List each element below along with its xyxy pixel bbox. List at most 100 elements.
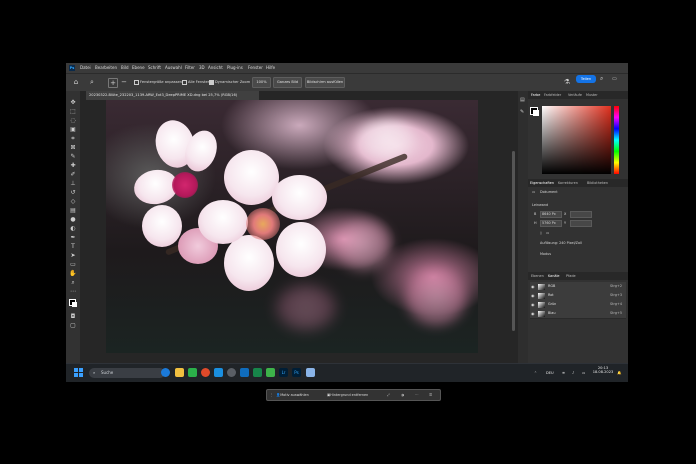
document-tab[interactable]: 20230322-Blüte_232203_1139-ARW_Ext3_Deep… [86, 91, 259, 100]
eye-icon[interactable]: ◉ [531, 291, 535, 300]
notification-bell-icon[interactable]: 🔔 [617, 364, 621, 382]
share-button[interactable]: Teilen [576, 75, 596, 83]
blur-tool-icon[interactable]: ● [69, 216, 77, 223]
gradient-tool-icon[interactable]: ▤ [69, 207, 77, 214]
home-icon[interactable]: ⌂ [72, 78, 80, 86]
word-icon[interactable] [240, 368, 249, 377]
clock[interactable]: 20:13 18.08.2023 [592, 366, 614, 374]
width-field[interactable]: 8640 Px [540, 211, 562, 218]
orientation-landscape-icon[interactable]: ▭ [546, 231, 549, 235]
hand-tool-icon[interactable]: ✋ [69, 270, 77, 277]
tab-muster[interactable]: Muster [586, 91, 598, 99]
zoom-tool-icon[interactable]: ⌕ [88, 78, 96, 86]
weather-icon[interactable] [161, 368, 170, 377]
more-tools-icon[interactable]: ⋯ [69, 288, 77, 295]
menu-bearbeiten[interactable]: Bearbeiten [95, 63, 117, 73]
photoshop-taskbar-icon[interactable]: Ps [292, 368, 301, 377]
windows-start-icon[interactable] [74, 368, 83, 377]
remove-background-button[interactable]: ▣ Hintergrund entfernen [327, 390, 368, 400]
menu-hilfe[interactable]: Hilfe [266, 63, 275, 73]
select-subject-button[interactable]: 👤 Motiv auswählen [276, 390, 309, 400]
eye-icon[interactable]: ◉ [531, 300, 535, 309]
drag-handle-icon[interactable]: ⋮ [270, 390, 273, 400]
menu-filter[interactable]: Filter [185, 63, 195, 73]
app-icon[interactable] [188, 368, 197, 377]
battery-icon[interactable]: ▭ [582, 364, 585, 382]
menu-auswahl[interactable]: Auswahl [165, 63, 182, 73]
zoom-out-icon[interactable]: − [120, 78, 128, 86]
menu-datei[interactable]: Datei [80, 63, 91, 73]
dodge-tool-icon[interactable]: ◐ [69, 225, 77, 232]
menu-ansicht[interactable]: Ansicht [208, 63, 223, 73]
vertical-scrollbar[interactable] [512, 151, 515, 331]
tray-chevron-icon[interactable]: ⌃ [534, 364, 537, 382]
transform-icon[interactable]: ⤢ [387, 390, 390, 400]
menu-3d[interactable]: 3D [199, 63, 205, 73]
mail-icon[interactable] [214, 368, 223, 377]
settings-app-icon[interactable] [227, 368, 236, 377]
tab-eigenschaften[interactable]: Eigenschaften [530, 179, 554, 187]
marquee-tool-icon[interactable]: ⬚ [69, 108, 77, 115]
lasso-tool-icon[interactable]: ◌ [69, 117, 77, 124]
object-select-tool-icon[interactable]: ▣ [69, 126, 77, 133]
tab-pfade[interactable]: Pfade [566, 272, 576, 280]
scrubby-zoom-checkbox[interactable]: Dynamischer Zoom [209, 78, 250, 86]
all-windows-checkbox[interactable]: Alle Fenster [182, 78, 209, 86]
eyedropper-tool-icon[interactable]: ✎ [69, 153, 77, 160]
hue-slider[interactable] [614, 106, 619, 174]
excel-icon[interactable] [253, 368, 262, 377]
zoom-100-button[interactable]: 100% [252, 77, 271, 88]
background-color-swatch[interactable] [72, 302, 77, 307]
fill-screen-button[interactable]: Bildschirm ausfüllen [305, 77, 345, 88]
comments-panel-icon[interactable]: ✎ [520, 109, 524, 115]
image-canvas[interactable] [106, 100, 478, 353]
menu-plugins[interactable]: Plug-ins [227, 63, 243, 73]
wifi-icon[interactable]: ≋ [562, 364, 565, 382]
frame-tool-icon[interactable]: ⊠ [69, 144, 77, 151]
tab-bibliotheken[interactable]: Bibliotheken [587, 179, 608, 187]
settings-icon[interactable]: ☰ [429, 390, 432, 400]
more-options-icon[interactable]: ⋯ [415, 390, 418, 400]
healing-brush-icon[interactable]: ✚ [69, 162, 77, 169]
workspace-icon[interactable]: ▭ [612, 75, 617, 83]
language-indicator[interactable]: DEU [546, 364, 554, 382]
tab-ebenen[interactable]: Ebenen [531, 272, 544, 280]
path-select-icon[interactable]: ➤ [69, 252, 77, 259]
tab-verlaeufe[interactable]: Verläufe [568, 91, 582, 99]
pen-tool-icon[interactable]: ✒ [69, 234, 77, 241]
tab-korrekturen[interactable]: Korrekturen [558, 179, 578, 187]
brush-tool-icon[interactable]: ✐ [69, 171, 77, 178]
eye-icon[interactable]: ◉ [531, 282, 535, 291]
volume-icon[interactable]: ♪ [572, 364, 574, 382]
menu-fenster[interactable]: Fenster [248, 63, 263, 73]
resize-windows-checkbox[interactable]: Fenstergröße anpassen [134, 78, 182, 86]
photos-icon[interactable] [306, 368, 315, 377]
height-field[interactable]: 5760 Px [540, 220, 562, 227]
channel-row[interactable]: ◉ Blau Strg+5 [530, 309, 626, 319]
type-tool-icon[interactable]: T [69, 243, 77, 250]
zoom-tool-sidebar-icon[interactable]: ⌕ [69, 279, 77, 286]
taskbar-search[interactable]: ⌕ Suche [89, 367, 165, 378]
orientation-portrait-icon[interactable]: ▯ [540, 231, 542, 235]
zoom-in-icon[interactable]: + [108, 78, 118, 88]
history-panel-icon[interactable]: ▤ [520, 97, 525, 103]
eraser-tool-icon[interactable]: ◇ [69, 198, 77, 205]
screen-mode-icon[interactable]: ▢ [69, 322, 77, 329]
browser-icon[interactable] [201, 368, 210, 377]
eye-icon[interactable]: ◉ [531, 309, 535, 318]
crop-tool-icon[interactable]: ⌗ [69, 135, 77, 142]
fit-screen-button[interactable]: Ganzes Bild [273, 77, 302, 88]
move-tool-icon[interactable]: ✥ [69, 99, 77, 106]
adjust-icon[interactable]: ◑ [401, 390, 404, 400]
tab-farbfelder[interactable]: Farbfelder [544, 91, 561, 99]
file-explorer-icon[interactable] [175, 368, 184, 377]
y-field[interactable] [570, 220, 592, 227]
tab-farbe[interactable]: Farbe [531, 91, 540, 99]
menu-bild[interactable]: Bild [121, 63, 129, 73]
tab-kanaele[interactable]: Kanäle [548, 272, 560, 280]
search-icon[interactable]: ⌕ [600, 75, 603, 83]
flask-icon[interactable]: ⚗ [563, 78, 571, 86]
menu-ebene[interactable]: Ebene [132, 63, 145, 73]
color-picker-field[interactable] [542, 106, 611, 174]
menu-schrift[interactable]: Schrift [148, 63, 161, 73]
